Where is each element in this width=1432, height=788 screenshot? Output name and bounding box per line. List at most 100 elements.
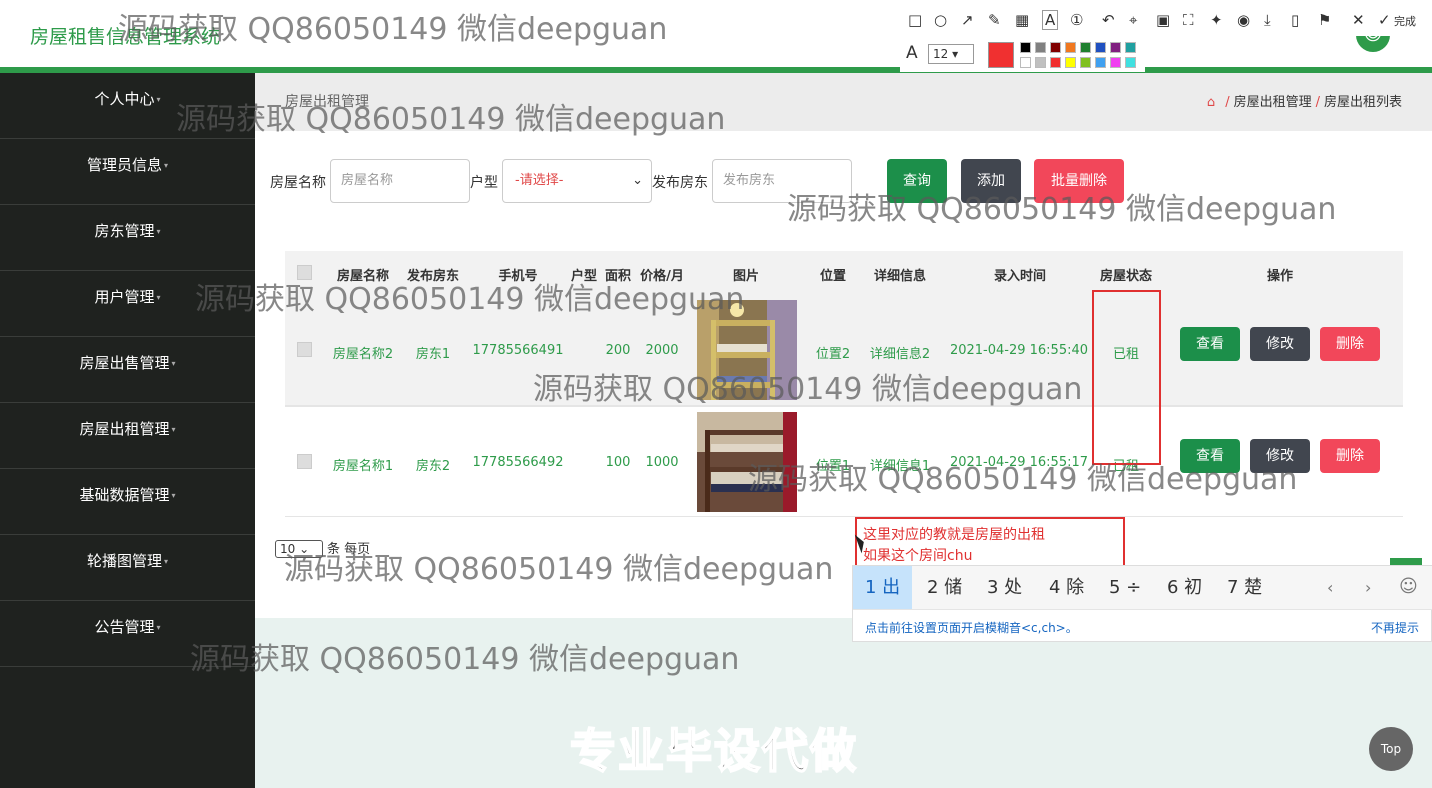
delete-button[interactable]: 删除 bbox=[1320, 327, 1380, 361]
sidebar-item-house-sale[interactable]: 房屋出售管理 ▾ bbox=[0, 337, 255, 403]
column-header: 手机号 bbox=[498, 269, 538, 284]
current-color-swatch[interactable] bbox=[988, 42, 1014, 68]
ime-candidate[interactable]: 6 初 bbox=[1155, 566, 1214, 609]
ocr-icon[interactable]: ▣ bbox=[1156, 11, 1170, 29]
sidebar-item-users[interactable]: 用户管理 ▾ bbox=[0, 271, 255, 337]
edit-button[interactable]: 修改 bbox=[1250, 327, 1310, 361]
edit-button[interactable]: 修改 bbox=[1250, 439, 1310, 473]
select-all-checkbox[interactable] bbox=[297, 265, 312, 280]
color-swatch[interactable] bbox=[1035, 57, 1046, 68]
pen-tool-icon[interactable]: ✎ bbox=[988, 11, 1001, 29]
emoji-icon[interactable]: ☺ bbox=[1399, 576, 1418, 597]
batch-delete-button[interactable]: 批量删除 bbox=[1034, 159, 1124, 203]
color-swatch[interactable] bbox=[1110, 42, 1121, 53]
pin-icon[interactable]: ⌖ bbox=[1129, 11, 1137, 29]
pagination: 10 ⌄ 条 每页 bbox=[275, 538, 370, 558]
font-size-select[interactable]: 12 ▾ bbox=[928, 44, 974, 64]
caret-down-icon: ▾ bbox=[171, 358, 176, 368]
number-tool-icon[interactable]: ① bbox=[1070, 11, 1083, 29]
ime-candidate[interactable]: 3 处 bbox=[975, 566, 1034, 609]
filter-bar: 房屋名称 房屋名称 户型 -请选择- ⌄ 发布房东 发布房东 查询 添加 批量删除 bbox=[255, 159, 1432, 209]
chevron-left-icon[interactable]: ‹ bbox=[1327, 578, 1333, 597]
table-header: 房屋名称 发布房东 手机号 户型 面积 价格/月 图片 位置 详细信息 录入时间… bbox=[285, 251, 1403, 295]
house-photo-bunk-bed[interactable] bbox=[697, 300, 797, 400]
color-swatch[interactable] bbox=[1095, 42, 1106, 53]
location-cell: 位置1 bbox=[815, 459, 851, 474]
scan-icon[interactable]: ⛶ bbox=[1183, 11, 1194, 29]
chevron-down-icon: ⌄ bbox=[632, 173, 643, 188]
color-picker-icon[interactable]: ✦ bbox=[1210, 11, 1223, 29]
sidebar-item-base-data[interactable]: 基础数据管理 ▾ bbox=[0, 469, 255, 535]
color-swatch[interactable] bbox=[1065, 42, 1076, 53]
area-cell: 200 bbox=[605, 343, 631, 358]
sidebar-item-notice[interactable]: 公告管理 ▾ bbox=[0, 601, 255, 667]
breadcrumb-item[interactable]: 房屋出租管理 bbox=[1234, 95, 1312, 110]
record-icon[interactable]: ◉ bbox=[1237, 11, 1250, 29]
delete-button[interactable]: 删除 bbox=[1320, 439, 1380, 473]
chevron-right-icon[interactable]: › bbox=[1365, 578, 1371, 597]
view-button[interactable]: 查看 bbox=[1180, 327, 1240, 361]
sidebar-item-label: 轮播图管理 bbox=[86, 552, 162, 570]
sidebar-item-carousel[interactable]: 轮播图管理 ▾ bbox=[0, 535, 255, 601]
color-swatch[interactable] bbox=[1050, 42, 1061, 53]
sidebar-item-label: 房东管理 bbox=[94, 222, 155, 240]
sidebar-item-landlord[interactable]: 房东管理 ▾ bbox=[0, 205, 255, 271]
house-photo-bunk-bed[interactable] bbox=[697, 412, 797, 512]
color-swatch[interactable] bbox=[1035, 42, 1046, 53]
undo-icon[interactable]: ↶ bbox=[1102, 11, 1115, 29]
color-swatch[interactable] bbox=[1050, 57, 1061, 68]
column-header: 详细信息 bbox=[873, 269, 926, 284]
color-swatch[interactable] bbox=[1020, 57, 1031, 68]
row-checkbox[interactable] bbox=[297, 454, 312, 469]
font-size-value: 12 bbox=[933, 47, 949, 61]
bookmark-icon[interactable]: ⚑ bbox=[1318, 11, 1331, 29]
landlord-cell: 房东2 bbox=[415, 459, 451, 474]
ime-hint-link[interactable]: 点击前往设置页面开启模糊音<c,ch>。 bbox=[865, 619, 1078, 636]
close-icon[interactable]: ✕ bbox=[1352, 11, 1365, 29]
check-icon[interactable]: ✓ bbox=[1378, 11, 1391, 29]
ime-candidate[interactable]: 4 除 bbox=[1037, 566, 1096, 609]
column-header: 发布房东 bbox=[406, 269, 459, 284]
page-size-select[interactable]: 10 ⌄ bbox=[275, 540, 323, 558]
text-tool-icon[interactable]: A bbox=[1042, 10, 1059, 30]
house-name-input[interactable]: 房屋名称 bbox=[330, 159, 470, 203]
ime-candidate[interactable]: 5 ÷ bbox=[1097, 566, 1153, 609]
ime-candidate[interactable]: 7 楚 bbox=[1215, 566, 1274, 609]
screenshot-text-options: A 12 ▾ bbox=[900, 36, 1145, 72]
house-type-select[interactable]: -请选择- ⌄ bbox=[502, 159, 652, 203]
annotation-note[interactable]: 这里对应的教就是房屋的出租 如果这个房间chu bbox=[855, 517, 1125, 567]
download-icon[interactable]: ⤓ bbox=[1264, 11, 1271, 29]
view-button[interactable]: 查看 bbox=[1180, 439, 1240, 473]
done-button[interactable]: 完成 bbox=[1394, 13, 1416, 29]
landlord-input[interactable]: 发布房东 bbox=[712, 159, 852, 203]
color-swatch[interactable] bbox=[1065, 57, 1076, 68]
phone-icon[interactable]: ▯ bbox=[1291, 11, 1299, 29]
color-swatch[interactable] bbox=[1095, 57, 1106, 68]
breadcrumb: ⌂ / 房屋出租管理 / 房屋出租列表 bbox=[1207, 91, 1402, 110]
color-swatch[interactable] bbox=[1110, 57, 1121, 68]
mosaic-tool-icon[interactable]: ▦ bbox=[1015, 11, 1029, 29]
column-header: 图片 bbox=[732, 269, 759, 284]
add-button[interactable]: 添加 bbox=[961, 159, 1021, 203]
arrow-tool-icon[interactable]: ↗ bbox=[961, 11, 974, 29]
ime-candidate[interactable]: 2 储 bbox=[915, 566, 974, 609]
rectangle-tool-icon[interactable]: □ bbox=[908, 11, 922, 29]
ime-candidate-window: 1 出 2 储 3 处 4 除 5 ÷ 6 初 7 楚 ‹ › ☺ 点击前往设置… bbox=[852, 565, 1432, 642]
color-swatch[interactable] bbox=[1080, 42, 1091, 53]
color-swatch[interactable] bbox=[1020, 42, 1031, 53]
query-button[interactable]: 查询 bbox=[887, 159, 947, 203]
caret-down-icon: ▾ bbox=[156, 292, 161, 302]
ime-dismiss-link[interactable]: 不再提示 bbox=[1371, 619, 1419, 636]
ellipse-tool-icon[interactable]: ○ bbox=[934, 11, 947, 29]
color-swatch[interactable] bbox=[1125, 57, 1136, 68]
detail-cell: 详细信息1 bbox=[869, 459, 931, 474]
color-swatch[interactable] bbox=[1080, 57, 1091, 68]
sidebar-item-profile[interactable]: 个人中心 ▾ bbox=[0, 73, 255, 139]
ime-candidate[interactable]: 1 出 bbox=[853, 566, 913, 609]
sidebar-item-admin[interactable]: 管理员信息 ▾ bbox=[0, 139, 255, 205]
sidebar-item-house-rent[interactable]: 房屋出租管理 ▾ bbox=[0, 403, 255, 469]
home-icon[interactable]: ⌂ bbox=[1207, 95, 1215, 110]
color-swatch[interactable] bbox=[1125, 42, 1136, 53]
row-checkbox[interactable] bbox=[297, 342, 312, 357]
back-to-top-button[interactable]: Top bbox=[1369, 727, 1413, 771]
